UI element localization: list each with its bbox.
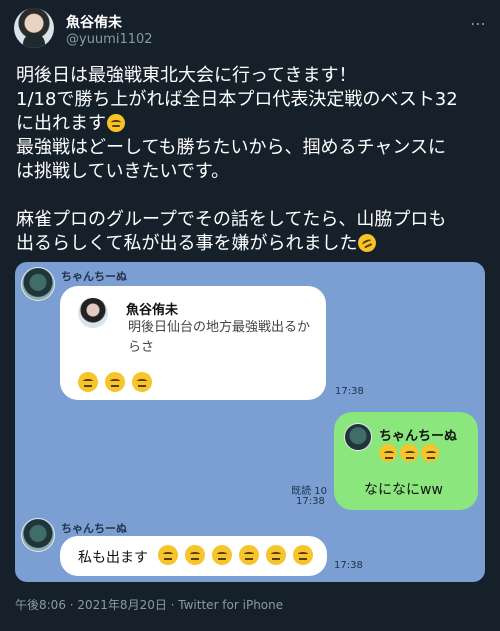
quote-avatar	[78, 298, 108, 328]
tweet-line-4: 最強戦はどーしても勝ちたいから、掴めるチャンスに	[16, 137, 447, 158]
expressionless-emoji-icon	[239, 545, 259, 565]
display-name[interactable]: 魚谷侑未	[66, 12, 122, 32]
tweet-line-5: は挑戦していきたいです。	[16, 161, 230, 182]
read-status: 既読 10	[291, 486, 327, 497]
rolling-laughing-emoji-icon	[355, 231, 380, 255]
message-text: 私も出ます	[78, 550, 148, 566]
tweet-line-2: 1/18で勝ち上がれば全日本プロ代表決定戦のベスト32	[16, 89, 458, 110]
tweet-line-7-text: 出るらしくて私が出る事を嫌がられました	[16, 233, 358, 254]
emoji-row-1	[78, 372, 159, 396]
more-icon[interactable]: ⋯	[470, 14, 486, 33]
tweet-header: 魚谷侑未 @yuumi1102 ⋯	[14, 8, 486, 52]
quote-text: 明後日仙台の地方最強戦出るからさ	[128, 320, 311, 355]
reply-avatar	[344, 423, 372, 451]
tweet-text: 明後日は最強戦東北大会に行ってきます！ 1/18で勝ち上がれば全日本プロ代表決定…	[16, 64, 486, 256]
emoji-row-2	[379, 444, 446, 466]
expressionless-emoji-icon	[158, 545, 178, 565]
chat-avatar-2	[21, 518, 55, 552]
expressionless-emoji-icon	[379, 444, 397, 462]
username[interactable]: @yuumi1102	[66, 32, 153, 47]
message-time-2: 17:38	[296, 496, 325, 507]
tweet-line-1: 明後日は最強戦東北大会に行ってきます！	[16, 65, 357, 86]
expressionless-emoji-icon	[400, 444, 418, 462]
quote-bubble: 魚谷侑未 明後日仙台の地方最強戦出るからさ	[60, 286, 326, 400]
tweet-blank-line	[16, 184, 486, 208]
tweet-line-7: 出るらしくて私が出る事を嫌がられました	[16, 231, 486, 256]
chat-sender-2: ちゃんちーぬ	[61, 522, 127, 535]
profile-avatar[interactable]	[14, 8, 54, 48]
expressionless-emoji-icon	[266, 545, 286, 565]
tweet-line-3: に出れます	[16, 112, 486, 136]
emoji-row-3	[158, 545, 320, 569]
expressionless-emoji-icon	[293, 545, 313, 565]
message-time-3: 17:38	[334, 560, 363, 571]
expressionless-emoji-icon	[78, 372, 98, 392]
expressionless-emoji-icon	[421, 444, 439, 462]
tweet-line-3-text: に出れます	[16, 113, 106, 134]
expressionless-emoji-icon	[132, 372, 152, 392]
expressionless-emoji-icon	[212, 545, 232, 565]
quote-name: 魚谷侑未	[126, 303, 179, 318]
expressionless-emoji-icon	[185, 545, 205, 565]
message-time-1: 17:38	[335, 386, 364, 397]
message-bubble: 私も出ます	[60, 536, 327, 576]
tweet-meta[interactable]: 午後8:06 · 2021年8月20日 · Twitter for iPhone	[15, 596, 283, 613]
reply-name: ちゃんちーぬ	[379, 429, 458, 444]
chat-sender-1: ちゃんちーぬ	[61, 270, 127, 283]
tweet-line-6: 麻雀プロのグループでその話をしてたら、山脇プロも	[16, 209, 447, 230]
expressionless-emoji-icon	[105, 372, 125, 392]
attached-image[interactable]: ちゃんちーぬ 魚谷侑未 明後日仙台の地方最強戦出るからさ 17:38 ちゃんちー…	[15, 262, 485, 582]
chat-avatar-1	[21, 267, 55, 301]
reply-text: なになにww	[364, 482, 443, 498]
grinning-emoji-icon	[107, 114, 125, 132]
reply-bubble: ちゃんちーぬ なになにww	[334, 412, 478, 510]
